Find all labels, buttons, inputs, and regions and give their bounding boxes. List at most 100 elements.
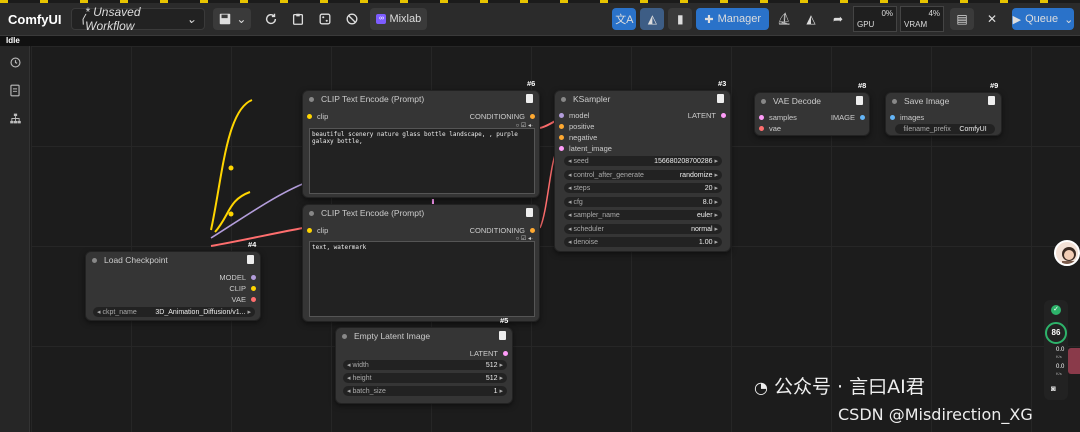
clipspace-button[interactable]: [286, 8, 310, 30]
input-latent-image[interactable]: latent_image: [559, 144, 612, 153]
share-button[interactable]: ➦: [826, 8, 850, 30]
collapse-dot-icon[interactable]: [561, 96, 566, 102]
app-name: ComfyUI: [8, 11, 62, 27]
block-icon: [346, 13, 358, 25]
node-title[interactable]: Empty Latent Image: [336, 328, 512, 344]
node-id-8: #8: [858, 81, 867, 90]
collapse-dot-icon[interactable]: [309, 210, 314, 216]
node-title[interactable]: Save Image: [886, 93, 1001, 109]
queue-button[interactable]: ▶ Queue ⌄: [1012, 8, 1074, 30]
collapse-dot-icon[interactable]: [892, 98, 897, 104]
output-image[interactable]: IMAGE: [831, 113, 865, 122]
widget-height[interactable]: ◂ height 512 ▸: [343, 373, 507, 383]
save-button[interactable]: ⌄: [213, 8, 252, 30]
sitemap-icon[interactable]: [0, 104, 30, 132]
collapse-dot-icon[interactable]: [342, 333, 347, 339]
input-clip[interactable]: clip: [307, 226, 328, 235]
widget-cfg[interactable]: ◂ cfg 8.0 ▸: [564, 197, 722, 207]
translate-button[interactable]: 文A: [612, 8, 637, 30]
refresh-button[interactable]: [259, 8, 283, 30]
watermark-wechat: ◔ 公众号 · 言曰AI君: [754, 372, 925, 399]
node-title[interactable]: CLIP Text Encode (Prompt): [303, 91, 539, 107]
output-conditioning[interactable]: CONDITIONING: [470, 226, 535, 235]
collapse-dot-icon[interactable]: [92, 257, 97, 263]
node-title[interactable]: VAE Decode: [755, 93, 869, 109]
watermark-line1: 公众号 · 言曰AI君: [773, 376, 925, 398]
clear-button[interactable]: [340, 8, 364, 30]
model-download-button[interactable]: ◭: [640, 8, 665, 30]
output-clip[interactable]: CLIP: [229, 284, 256, 293]
node-title-text: Empty Latent Image: [354, 331, 431, 341]
clipboard-icon: [293, 13, 304, 25]
widget-seed[interactable]: ◂ seed 156680208700286 ▸: [564, 156, 722, 166]
output-conditioning[interactable]: CONDITIONING: [470, 112, 535, 121]
close-panel-button[interactable]: ✕: [980, 8, 1004, 30]
bookmark-button[interactable]: ▮: [668, 8, 693, 30]
node-title[interactable]: CLIP Text Encode (Prompt): [303, 205, 539, 221]
avatar[interactable]: [1054, 240, 1080, 266]
input-model[interactable]: model: [559, 111, 589, 120]
share-arrow-icon: ➦: [832, 12, 844, 26]
widget-denoise[interactable]: ◂ denoise 1.00 ▸: [564, 237, 722, 247]
input-positive[interactable]: positive: [559, 122, 594, 131]
top-toolbar: ComfyUI ⟨ * Unsaved Workflow ⌄ ⌄ ∞ Mixla…: [0, 3, 1080, 36]
ksampler-node[interactable]: KSampler model positive negative latent_…: [554, 90, 731, 252]
output-model[interactable]: MODEL: [219, 273, 256, 282]
node-title-text: Load Checkpoint: [104, 255, 168, 265]
manager-button[interactable]: ✚ Manager: [696, 8, 769, 30]
node-title[interactable]: KSampler: [555, 91, 730, 107]
widget-steps[interactable]: ◂ steps 20 ▸: [564, 183, 722, 193]
collapse-dot-icon[interactable]: [761, 98, 766, 104]
input-clip[interactable]: clip: [307, 112, 328, 121]
prompt-textarea[interactable]: text, watermark: [309, 241, 535, 317]
widget-sampler-name[interactable]: ◂ sampler_name euler ▸: [564, 210, 722, 220]
close-icon: ✕: [986, 12, 998, 26]
widget-filename-prefix[interactable]: filename_prefix ComfyUI: [895, 124, 995, 134]
document-icon[interactable]: [0, 76, 30, 104]
node-title-text: KSampler: [573, 94, 611, 104]
output-latent[interactable]: LATENT: [470, 349, 508, 358]
widget-batch-size[interactable]: ◂ batch_size 1 ▸: [343, 386, 507, 396]
output-vae[interactable]: VAE: [232, 295, 256, 304]
prune-button[interactable]: ⛵︎: [772, 8, 796, 30]
camera-icon[interactable]: ◙: [1051, 384, 1056, 393]
input-images[interactable]: images: [890, 113, 924, 122]
widget-control-after-generate[interactable]: ◂ control_after_generate randomize ▸: [564, 170, 722, 180]
gallery-button[interactable]: ▤: [950, 8, 974, 30]
clip-text-encode-negative-node[interactable]: CLIP Text Encode (Prompt) clip CONDITION…: [302, 204, 540, 322]
widget-width[interactable]: ◂ width 512 ▸: [343, 360, 507, 370]
empty-latent-image-node[interactable]: Empty Latent Image LATENT ◂ width 512 ▸ ◂…: [335, 327, 513, 404]
node-id-3: #3: [718, 79, 727, 88]
clip-text-encode-positive-node[interactable]: CLIP Text Encode (Prompt) clip CONDITION…: [302, 90, 540, 198]
input-samples[interactable]: samples: [759, 113, 797, 122]
history-icon[interactable]: [0, 48, 30, 76]
mixlab-button[interactable]: ∞ Mixlab: [370, 8, 428, 30]
random-button[interactable]: [313, 8, 337, 30]
layout-button[interactable]: ◭: [799, 8, 823, 30]
gpu-percent: 0%: [881, 9, 893, 18]
chevron-down-icon: ⌄: [186, 12, 197, 26]
puzzle-icon: ✚: [704, 13, 714, 26]
usage-gauge[interactable]: 86: [1045, 322, 1067, 344]
node-title-text: CLIP Text Encode (Prompt): [321, 208, 425, 218]
output-latent[interactable]: LATENT: [688, 111, 726, 120]
vae-decode-node[interactable]: VAE Decode samples vae IMAGE: [754, 92, 870, 136]
input-negative[interactable]: negative: [559, 133, 597, 142]
widget-ckpt-name[interactable]: ◂ ckpt_name 3D_Animation_Diffusion/v1... …: [93, 307, 255, 317]
download-rate: 0.0: [1056, 364, 1065, 370]
page-icon: [988, 96, 995, 105]
prompt-textarea[interactable]: beautiful scenery nature glass bottle la…: [309, 128, 535, 194]
left-sidebar: [0, 46, 30, 432]
collapse-dot-icon[interactable]: [309, 96, 314, 102]
shield-check-icon: ✓: [1051, 305, 1061, 315]
input-vae[interactable]: vae: [759, 124, 781, 133]
download-rate-unit: K/s: [1056, 371, 1062, 376]
workflow-selector[interactable]: ⟨ * Unsaved Workflow ⌄: [71, 5, 206, 33]
load-checkpoint-node[interactable]: Load Checkpoint MODEL CLIP VAE ◂ ckpt_na…: [85, 251, 261, 321]
side-tab[interactable]: [1068, 348, 1080, 374]
widget-scheduler[interactable]: ◂ scheduler normal ▸: [564, 224, 722, 234]
workflow-name: * Unsaved Workflow: [85, 5, 141, 33]
node-title[interactable]: Load Checkpoint: [86, 252, 260, 268]
bookmark-icon: ▮: [677, 12, 684, 26]
save-image-node[interactable]: Save Image images filename_prefix ComfyUI: [885, 92, 1002, 136]
